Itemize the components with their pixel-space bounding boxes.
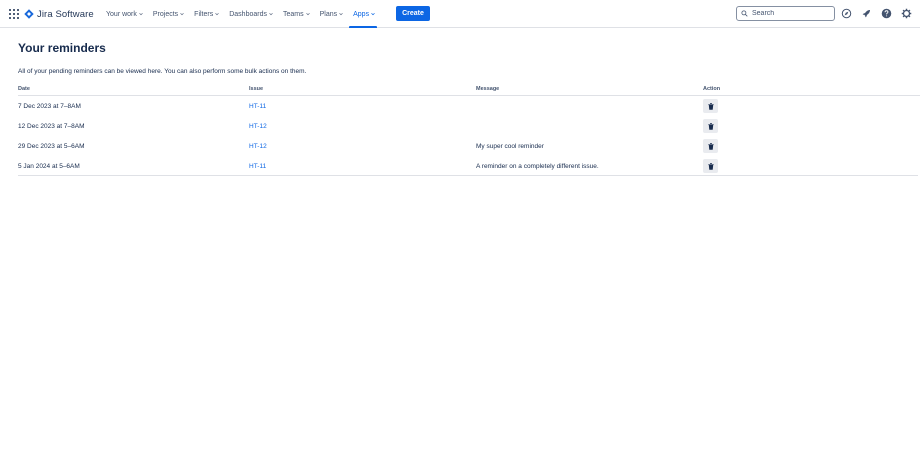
reminder-date: 5 Jan 2024 at 5–6AM (18, 162, 80, 170)
search-icon (741, 10, 748, 17)
nav-teams[interactable]: Teams (278, 0, 315, 28)
jira-logo[interactable]: Jira Software (24, 7, 94, 21)
trash-icon (707, 122, 714, 130)
delete-reminder-button[interactable] (703, 99, 718, 113)
reminder-message: My super cool reminder (476, 142, 544, 150)
jira-logo-icon (24, 9, 34, 19)
nav-label: Filters (194, 10, 214, 18)
chevron-down-icon (268, 11, 274, 17)
create-button[interactable]: Create (396, 6, 430, 21)
reminder-date: 29 Dec 2023 at 5–6AM (18, 142, 85, 150)
help-icon[interactable] (881, 8, 892, 19)
chevron-down-icon (305, 11, 311, 17)
nav-label: Teams (282, 10, 304, 18)
column-header-date: Date (18, 86, 30, 92)
reminders-table: Date Issue Message Action 7 Dec 2023 at … (18, 85, 920, 176)
reminder-date: 7 Dec 2023 at 7–8AM (18, 102, 81, 110)
nav-filters[interactable]: Filters (190, 0, 225, 28)
issue-link[interactable]: HT-12 (249, 116, 267, 136)
nav-label: Your work (106, 10, 137, 18)
nav-apps[interactable]: Apps (348, 0, 381, 28)
nav-dashboards[interactable]: Dashboards (225, 0, 279, 28)
top-navigation: Jira Software Your work Projects Filters… (0, 0, 920, 28)
column-header-action: Action (703, 86, 721, 92)
trash-icon (707, 102, 714, 110)
reminder-date: 12 Dec 2023 at 7–8AM (18, 122, 85, 130)
delete-reminder-button[interactable] (703, 159, 718, 173)
chevron-down-icon (370, 11, 376, 17)
page-title: Your reminders (18, 41, 106, 55)
action-cell (703, 96, 718, 116)
settings-icon[interactable] (901, 8, 912, 19)
table-row: 7 Dec 2023 at 7–8AM HT-11 (18, 96, 918, 116)
trash-icon (707, 162, 714, 170)
action-cell (703, 136, 718, 156)
table-row: 5 Jan 2024 at 5–6AM HT-11 A reminder on … (18, 156, 918, 176)
issue-link[interactable]: HT-12 (249, 136, 267, 156)
issue-link[interactable]: HT-11 (249, 156, 266, 176)
delete-reminder-button[interactable] (703, 139, 718, 153)
nav-plans[interactable]: Plans (315, 0, 349, 28)
nav-label: Apps (353, 10, 370, 18)
action-cell (703, 116, 718, 136)
column-header-message: Message (476, 86, 500, 92)
nav-label: Projects (152, 10, 179, 18)
issue-link[interactable]: HT-11 (249, 96, 266, 116)
app-name: Jira Software (37, 8, 94, 20)
table-row: 29 Dec 2023 at 5–6AM HT-12 My super cool… (18, 136, 918, 156)
nav-label: Dashboards (229, 10, 267, 18)
page-description: All of your pending reminders can be vie… (18, 68, 307, 75)
delete-reminder-button[interactable] (703, 119, 718, 133)
chevron-down-icon (179, 11, 185, 17)
search-field[interactable] (736, 6, 835, 21)
column-header-issue: Issue (249, 86, 264, 92)
nav-label: Plans (319, 10, 338, 18)
notifications-icon[interactable] (841, 8, 852, 19)
nav-your-work[interactable]: Your work (106, 0, 148, 28)
action-cell (703, 156, 718, 176)
search-input[interactable] (752, 10, 832, 17)
table-header: Date Issue Message Action (18, 85, 920, 96)
whats-new-icon[interactable] (861, 8, 872, 19)
trash-icon (707, 142, 714, 150)
nav-projects[interactable]: Projects (148, 0, 189, 28)
app-switcher-icon[interactable] (9, 9, 19, 19)
primary-nav: Your work Projects Filters Dashboards Te… (106, 0, 381, 28)
chevron-down-icon (338, 11, 344, 17)
table-row: 12 Dec 2023 at 7–8AM HT-12 (18, 116, 918, 136)
reminder-message: A reminder on a completely different iss… (476, 162, 599, 170)
chevron-down-icon (138, 11, 144, 17)
chevron-down-icon (214, 11, 220, 17)
